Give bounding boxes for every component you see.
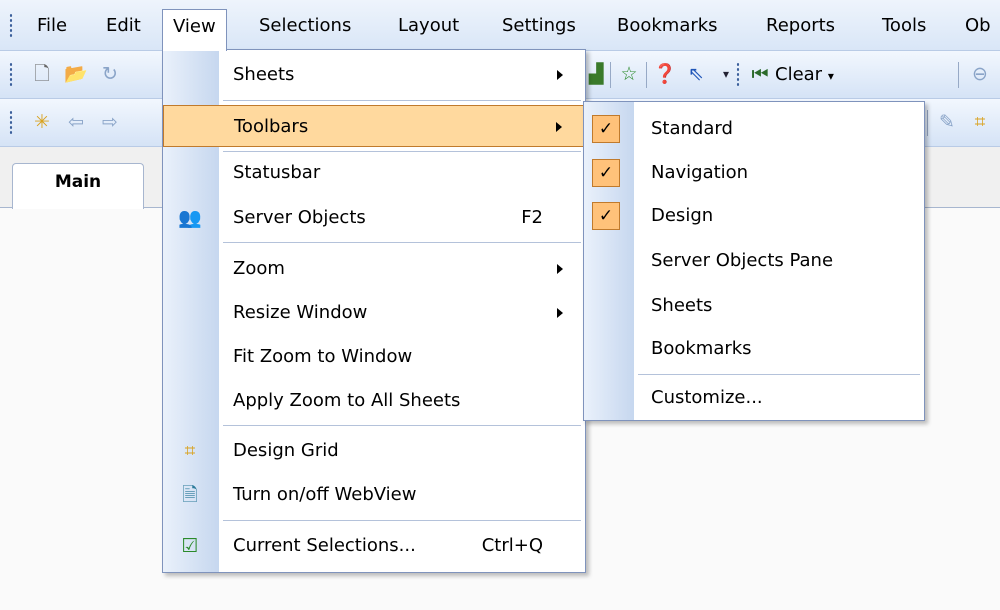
chart-icon[interactable]: ▟ <box>584 62 608 86</box>
clear-label: Clear <box>775 64 823 85</box>
move-sheet-right-icon[interactable]: ⇨ <box>98 110 122 134</box>
tab-main[interactable]: Main <box>12 163 144 209</box>
submenu-item-navigation[interactable]: ✓ Navigation <box>584 151 924 195</box>
server-objects-icon: 👥 <box>178 207 202 229</box>
toolbar-separator <box>646 62 647 88</box>
open-folder-icon[interactable]: 📂 <box>64 62 88 86</box>
submenu-item-label: Design <box>651 205 714 226</box>
submenu-item-label: Navigation <box>651 162 749 183</box>
clear-button[interactable]: Clear ▾ <box>775 62 834 88</box>
toolbars-submenu: ✓ Standard ✓ Navigation ✓ Design Server … <box>583 101 925 421</box>
menu-item-shortcut: F2 <box>521 207 543 228</box>
menu-bar: File Edit View Selections Layout Setting… <box>0 0 1000 51</box>
toolbar-separator <box>610 62 611 88</box>
toolbar-separator <box>958 62 959 88</box>
toolbar-grip[interactable] <box>736 62 740 88</box>
new-sheet-icon[interactable]: ✳ <box>30 110 54 134</box>
submenu-item-sheets[interactable]: Sheets <box>584 284 924 328</box>
submenu-arrow-icon <box>557 70 563 80</box>
checkmark-icon: ✓ <box>592 202 620 230</box>
move-sheet-left-icon[interactable]: ⇦ <box>64 110 88 134</box>
menu-file[interactable]: File <box>37 13 67 39</box>
menu-edit[interactable]: Edit <box>106 13 141 39</box>
menu-item-fit-zoom[interactable]: Fit Zoom to Window <box>163 336 585 378</box>
menu-item-zoom[interactable]: Zoom <box>163 248 585 290</box>
menu-item-label: Server Objects <box>233 207 366 228</box>
menu-item-label: Design Grid <box>233 440 339 461</box>
menu-item-label: Resize Window <box>233 302 368 323</box>
menu-layout[interactable]: Layout <box>398 13 459 39</box>
menu-separator <box>638 374 920 375</box>
grid-icon[interactable]: ⌗ <box>968 110 992 134</box>
menu-item-design-grid[interactable]: ⌗ Design Grid <box>163 430 585 472</box>
design-grid-icon: ⌗ <box>184 440 196 462</box>
submenu-item-server-objects-pane[interactable]: Server Objects Pane <box>584 239 924 283</box>
menu-item-shortcut: Ctrl+Q <box>481 535 543 556</box>
menu-separator <box>223 242 581 243</box>
toolbar-grip[interactable] <box>9 62 13 88</box>
menu-item-resize-window[interactable]: Resize Window <box>163 292 585 334</box>
menu-item-label: Sheets <box>233 64 295 85</box>
menu-item-label: Apply Zoom to All Sheets <box>233 390 461 411</box>
submenu-arrow-icon <box>557 308 563 318</box>
menubar-grip[interactable] <box>9 13 13 39</box>
menu-item-current-selections[interactable]: ☑ Current Selections... Ctrl+Q <box>163 525 585 567</box>
submenu-arrow-icon <box>557 264 563 274</box>
menu-settings[interactable]: Settings <box>502 13 576 39</box>
star-icon[interactable]: ☆ <box>617 62 641 86</box>
submenu-item-label: Server Objects Pane <box>651 250 834 271</box>
checkmark-icon: ✓ <box>592 159 620 187</box>
menu-item-label: Turn on/off WebView <box>233 484 417 505</box>
submenu-item-label: Standard <box>651 118 733 139</box>
submenu-item-label: Sheets <box>651 295 713 316</box>
chevron-down-icon: ▾ <box>827 69 834 83</box>
menu-separator <box>223 100 581 101</box>
submenu-item-design[interactable]: ✓ Design <box>584 194 924 238</box>
menu-item-label: Zoom <box>233 258 285 279</box>
submenu-item-customize[interactable]: Customize... <box>584 376 924 420</box>
menu-item-label: Statusbar <box>233 162 321 183</box>
back-icon[interactable]: ⊖ <box>968 62 992 86</box>
menu-item-webview[interactable]: 🗎 Turn on/off WebView <box>163 474 585 516</box>
menu-bookmarks[interactable]: Bookmarks <box>617 13 718 39</box>
toolbar-separator <box>927 110 928 136</box>
menu-view[interactable]: View <box>162 9 227 51</box>
menu-separator <box>223 520 581 521</box>
new-document-icon[interactable]: 🗋 <box>30 62 54 86</box>
menu-item-apply-zoom[interactable]: Apply Zoom to All Sheets <box>163 380 585 422</box>
menu-item-label: Toolbars <box>234 116 309 137</box>
menu-item-sheets[interactable]: Sheets <box>163 54 585 96</box>
menu-separator <box>223 425 581 426</box>
menu-item-toolbars[interactable]: Toolbars <box>163 105 585 147</box>
menu-item-label: Current Selections... <box>233 535 416 556</box>
menu-item-label: Fit Zoom to Window <box>233 346 413 367</box>
submenu-item-label: Bookmarks <box>651 338 752 359</box>
menu-objects[interactable]: Ob <box>965 13 991 39</box>
menu-item-server-objects[interactable]: 👥 Server Objects F2 <box>163 197 585 239</box>
menu-reports[interactable]: Reports <box>766 13 835 39</box>
toolbar-options-icon[interactable]: ▾ <box>714 62 738 86</box>
checkmark-icon: ✓ <box>592 115 620 143</box>
submenu-item-standard[interactable]: ✓ Standard <box>584 107 924 151</box>
submenu-item-bookmarks[interactable]: Bookmarks <box>584 327 924 371</box>
submenu-item-label: Customize... <box>651 387 763 408</box>
menu-item-statusbar[interactable]: Statusbar <box>163 152 585 194</box>
toolbar-grip[interactable] <box>9 110 13 136</box>
submenu-arrow-icon <box>556 122 562 132</box>
reload-icon[interactable]: ↻ <box>98 62 122 86</box>
help-icon[interactable]: ❓ <box>653 62 677 86</box>
view-menu-dropdown: Sheets Toolbars Statusbar 👥 Server Objec… <box>162 49 586 573</box>
context-help-icon[interactable]: ⇖ <box>684 62 708 86</box>
format-painter-icon[interactable]: ✎ <box>935 110 959 134</box>
webview-icon: 🗎 <box>182 484 198 506</box>
current-selections-icon: ☑ <box>181 535 199 557</box>
back-clear-icon[interactable]: ⏮ <box>748 62 772 86</box>
menu-tools[interactable]: Tools <box>882 13 926 39</box>
menu-selections[interactable]: Selections <box>259 13 351 39</box>
